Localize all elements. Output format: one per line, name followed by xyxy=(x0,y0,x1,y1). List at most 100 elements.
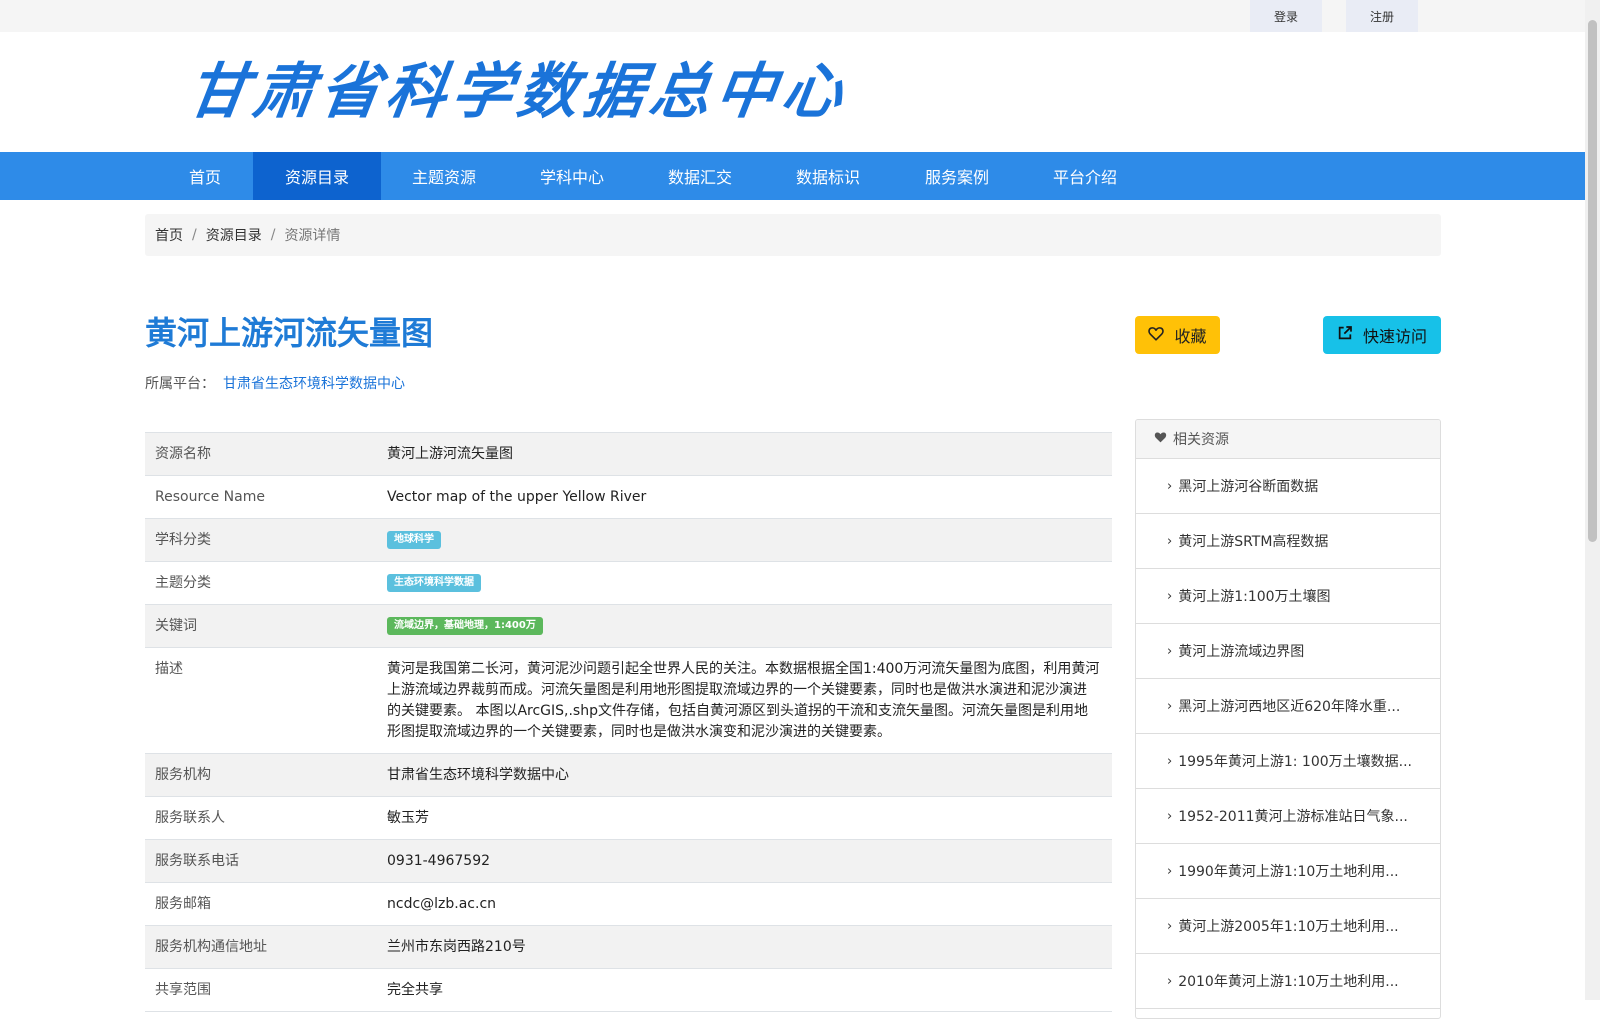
breadcrumb-catalog[interactable]: 资源目录 xyxy=(206,225,262,245)
chevron-right-icon: › xyxy=(1167,533,1173,549)
row-value: 0931-4967592 xyxy=(387,853,491,869)
chevron-right-icon: › xyxy=(1167,753,1173,769)
row-label: 服务机构 xyxy=(155,767,211,783)
related-item-label: 黄河上游2005年1:10万土地利用... xyxy=(1178,919,1399,935)
theme-badge[interactable]: 生态环境科学数据 xyxy=(387,574,481,592)
related-item[interactable]: › 黄河上游SRTM高程数据 xyxy=(1136,514,1440,569)
breadcrumb-current: 资源详情 xyxy=(284,228,341,244)
table-row: 服务邮箱 ncdc@lzb.ac.cn xyxy=(145,882,1112,925)
main-nav: 首页 资源目录 主题资源 学科中心 数据汇交 数据标识 服务案例 平台介绍 xyxy=(0,152,1585,200)
row-label: 关键词 xyxy=(155,618,197,634)
nav-item-cases[interactable]: 服务案例 xyxy=(909,152,1005,200)
quick-visit-label: 快速访问 xyxy=(1362,327,1427,346)
nav-item-submission[interactable]: 数据汇交 xyxy=(652,152,748,200)
register-button[interactable]: 注册 xyxy=(1346,0,1418,32)
chevron-right-icon: › xyxy=(1167,863,1173,879)
row-value: 地球科学 xyxy=(387,519,1112,561)
description-text: 黄河是我国第二长河，黄河泥沙问题引起全世界人民的关注。本数据根据全国1:400万… xyxy=(387,661,1100,740)
row-label: 服务邮箱 xyxy=(155,896,211,912)
breadcrumb-separator: / xyxy=(192,227,197,243)
keywords-badge[interactable]: 流域边界，基础地理，1:400万 xyxy=(387,617,543,635)
row-label: Resource Name xyxy=(155,489,265,505)
related-item[interactable]: › 黄河上游1:100万土壤图 xyxy=(1136,569,1440,624)
table-row: 主题分类 生态环境科学数据 xyxy=(145,561,1112,604)
table-row: 描述 黄河是我国第二长河，黄河泥沙问题引起全世界人民的关注。本数据根据全国1:4… xyxy=(145,647,1112,753)
related-item[interactable]: › 1995年黄河上游1: 100万土壤数据... xyxy=(1136,734,1440,789)
table-row: 服务机构 甘肃省生态环境科学数据中心 xyxy=(145,753,1112,796)
platform-label: 所属平台： xyxy=(145,376,215,392)
platform-link[interactable]: 甘肃省生态环境科学数据中心 xyxy=(223,373,405,393)
breadcrumb-home[interactable]: 首页 xyxy=(155,225,183,245)
table-row: 服务联系电话 0931-4967592 xyxy=(145,839,1112,882)
row-label: 学科分类 xyxy=(155,532,211,548)
row-value: 生态环境科学数据 xyxy=(387,562,1112,604)
related-item-label: 黄河上游1:100万土壤图 xyxy=(1178,589,1331,605)
related-resources-panel: 相关资源 › 黑河上游河谷断面数据 › 黄河上游SRTM高程数据 › 黄河上游1:10… xyxy=(1135,419,1441,1019)
scrollbar-thumb[interactable] xyxy=(1588,20,1597,542)
row-value: 完全共享 xyxy=(387,982,443,998)
discipline-badge[interactable]: 地球科学 xyxy=(387,531,441,549)
related-item-label: 黑河上游河西地区近620年降水重... xyxy=(1178,699,1401,715)
top-utility-bar: 登录 注册 xyxy=(0,0,1585,32)
related-item[interactable]: › 黑河上游河谷断面数据 xyxy=(1136,459,1440,514)
related-item[interactable]: › 2010年黄河上游1:10万土地利用... xyxy=(1136,954,1440,1009)
chevron-right-icon: › xyxy=(1167,918,1173,934)
nav-item-catalog[interactable]: 资源目录 xyxy=(253,152,381,200)
related-item-label: 黑河上游河谷断面数据 xyxy=(1178,479,1319,495)
table-row: Resource Name Vector map of the upper Ye… xyxy=(145,475,1112,518)
chevron-right-icon: › xyxy=(1167,808,1173,824)
related-panel-header: 相关资源 xyxy=(1136,420,1440,459)
row-label: 描述 xyxy=(155,661,183,677)
row-value: 流域边界，基础地理，1:400万 xyxy=(387,605,1112,647)
row-label: 服务机构通信地址 xyxy=(155,939,267,955)
related-item-label: 黄河上游流域边界图 xyxy=(1178,644,1305,660)
row-value: 敏玉芳 xyxy=(387,810,429,826)
nav-item-home[interactable]: 首页 xyxy=(172,152,238,200)
chevron-right-icon: › xyxy=(1167,973,1173,989)
breadcrumb-separator: / xyxy=(270,227,276,243)
related-item[interactable]: › 黄河上游流域边界图 xyxy=(1136,624,1440,679)
nav-item-topics[interactable]: 主题资源 xyxy=(396,152,492,200)
heart-icon xyxy=(1154,431,1167,447)
row-label: 共享范围 xyxy=(155,982,211,998)
nav-item-about[interactable]: 平台介绍 xyxy=(1037,152,1133,200)
related-item[interactable]: › 1952-2011黄河上游标准站日气象... xyxy=(1136,789,1440,844)
chevron-right-icon: › xyxy=(1167,478,1173,494)
breadcrumb: 首页 / 资源目录 / 资源详情 xyxy=(145,214,1441,256)
related-item-label: 1952-2011黄河上游标准站日气象... xyxy=(1178,809,1408,825)
site-logo[interactable]: 甘肃省科学数据总中心 xyxy=(183,56,933,128)
table-row: 资源名称 黄河上游河流矢量图 xyxy=(145,432,1112,475)
related-item-label: 1995年黄河上游1: 100万土壤数据... xyxy=(1178,754,1412,770)
row-value: ncdc@lzb.ac.cn xyxy=(387,896,497,912)
page-title: 黄河上游河流矢量图 xyxy=(145,314,434,352)
row-value: 黄河上游河流矢量图 xyxy=(387,446,513,462)
row-label: 服务联系电话 xyxy=(155,853,239,869)
table-row: 服务机构通信地址 兰州市东岗西路210号 xyxy=(145,925,1112,968)
table-row: 学科分类 地球科学 xyxy=(145,518,1112,561)
row-value: 兰州市东岗西路210号 xyxy=(387,939,526,955)
quick-visit-button[interactable]: 快速访问 xyxy=(1323,316,1441,354)
nav-item-identifier[interactable]: 数据标识 xyxy=(780,152,876,200)
related-item[interactable]: › 黄河上游2005年1:10万土地利用... xyxy=(1136,899,1440,954)
row-label: 资源名称 xyxy=(155,446,211,462)
resource-info-table: 资源名称 黄河上游河流矢量图 Resource Name Vector map … xyxy=(145,432,1112,1012)
table-row: 共享范围 完全共享 xyxy=(145,968,1112,1012)
favorite-label: 收藏 xyxy=(1174,327,1207,346)
row-value: Vector map of the upper Yellow River xyxy=(387,489,647,505)
chevron-right-icon: › xyxy=(1167,588,1173,604)
chevron-right-icon: › xyxy=(1167,643,1173,659)
login-button[interactable]: 登录 xyxy=(1250,0,1322,32)
external-link-icon xyxy=(1337,325,1353,345)
related-item-label: 1990年黄河上游1:10万土地利用... xyxy=(1178,864,1399,880)
nav-item-disciplines[interactable]: 学科中心 xyxy=(524,152,620,200)
row-label: 主题分类 xyxy=(155,575,211,591)
related-item-label: 2010年黄河上游1:10万土地利用... xyxy=(1178,974,1399,990)
related-item[interactable]: › 黑河上游河西地区近620年降水重... xyxy=(1136,679,1440,734)
related-item-label: 黄河上游SRTM高程数据 xyxy=(1178,534,1329,550)
related-item[interactable]: › 1990年黄河上游1:10万土地利用... xyxy=(1136,844,1440,899)
table-row: 关键词 流域边界，基础地理，1:400万 xyxy=(145,604,1112,647)
heart-outline-icon xyxy=(1148,326,1165,345)
related-panel-title: 相关资源 xyxy=(1173,432,1229,448)
row-value: 甘肃省生态环境科学数据中心 xyxy=(387,767,569,783)
favorite-button[interactable]: 收藏 xyxy=(1135,316,1220,354)
